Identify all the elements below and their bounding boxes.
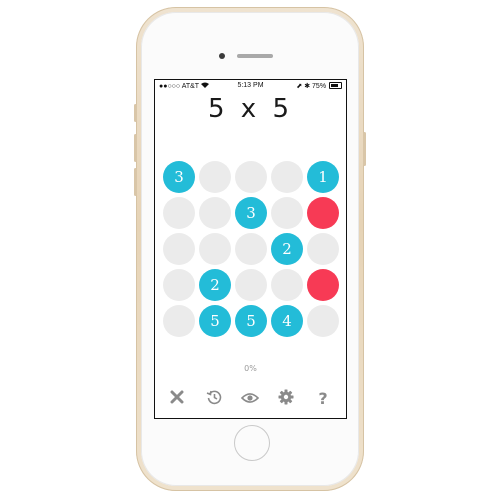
front-camera [219,53,225,59]
board-cell[interactable]: 1 [307,161,339,193]
home-button[interactable] [234,425,270,461]
page-title: 5 x 5 [208,94,293,124]
bottom-toolbar: ? [155,387,346,411]
mute-switch [134,104,137,122]
board-cell[interactable] [199,161,231,193]
board-cell[interactable]: 3 [235,197,267,229]
board-cell[interactable]: 5 [199,305,231,337]
board-cell[interactable]: 3 [163,161,195,193]
location-bluetooth-icons: ⬈ ✱ [296,83,311,90]
board-cell[interactable]: 2 [271,233,303,265]
board-cell[interactable] [199,197,231,229]
board-cell[interactable] [307,197,339,229]
board-cell[interactable] [235,161,267,193]
game-board: 31322554 [163,161,339,337]
board-cell[interactable] [235,269,267,301]
board-cell[interactable]: 4 [271,305,303,337]
volume-down-button [134,168,137,196]
board-cell[interactable] [199,233,231,265]
close-icon[interactable] [167,389,187,409]
earpiece-speaker [237,54,273,58]
app-screen: ●●○○○ AT&T 5:13 PM ⬈ ✱ 75% 5 x 5 3132255… [154,79,347,419]
board-cell[interactable] [163,233,195,265]
volume-up-button [134,134,137,162]
board-cell[interactable] [307,233,339,265]
board-cell[interactable] [163,269,195,301]
board-cell[interactable] [307,269,339,301]
gear-icon[interactable] [276,389,296,409]
battery-percent: 75% [312,83,327,90]
progress-percent: 0% [244,364,257,373]
board-cell[interactable] [163,197,195,229]
board-cell[interactable] [271,269,303,301]
board-cell[interactable]: 2 [199,269,231,301]
help-icon[interactable]: ? [313,389,333,409]
eye-icon[interactable] [240,389,260,409]
board-cell[interactable] [271,161,303,193]
board-cell[interactable]: 5 [235,305,267,337]
status-bar: ●●○○○ AT&T 5:13 PM ⬈ ✱ 75% [155,80,346,92]
board-cell[interactable] [271,197,303,229]
status-right: ⬈ ✱ 75% [296,82,342,90]
battery-icon [329,82,342,89]
history-icon[interactable] [204,389,224,409]
board-cell[interactable] [307,305,339,337]
board-cell[interactable] [163,305,195,337]
board-cell[interactable] [235,233,267,265]
power-button [363,132,366,166]
